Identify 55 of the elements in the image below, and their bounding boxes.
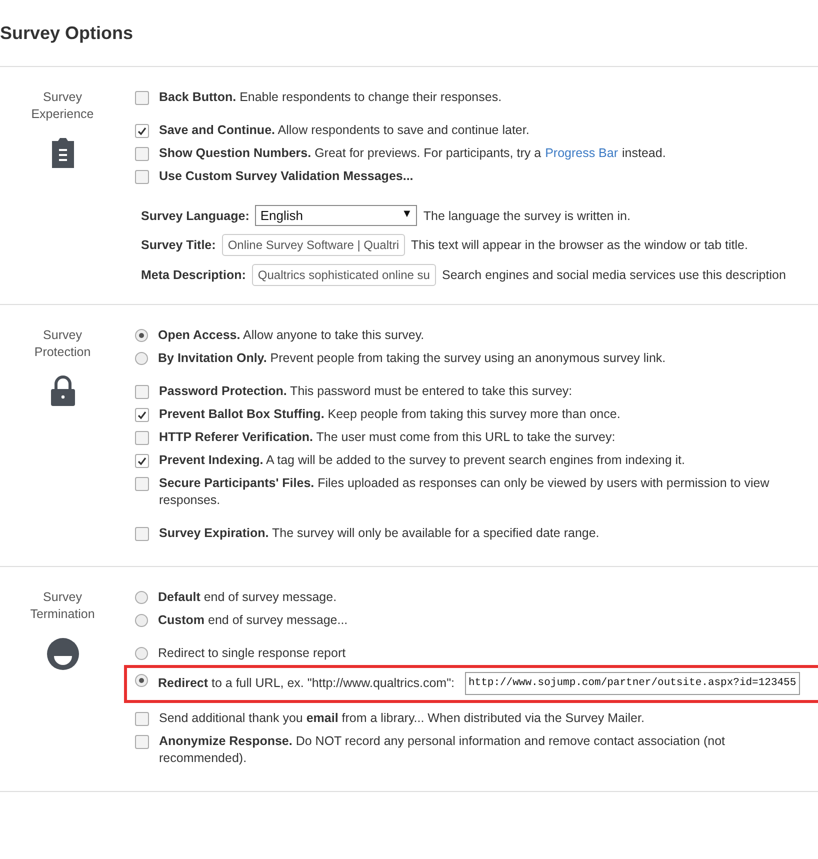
option-label: Redirect to a full URL, ex. "http://www.qualtrics.com": [158,675,454,692]
radio-button[interactable] [135,591,148,604]
field-label: Survey Title: [141,238,216,252]
lock-icon [50,375,76,407]
checkbox[interactable] [135,527,149,541]
option-label: Default end of survey message. [158,589,337,606]
option-label: Show Question Numbers. Great for previews. For participants, try a [159,145,542,162]
url-field[interactable]: http://www.sojump.com/partner/outsite.aspx?id=123455 [464,672,800,695]
clipboard-icon [50,137,76,169]
checkbox[interactable] [135,454,149,468]
radio-button[interactable] [135,352,148,365]
field-hint: Search engines and social media services use this description [442,268,786,282]
option-label: instead. [622,145,666,162]
checkbox[interactable] [135,170,149,184]
language-dropdown[interactable]: English ▼ [255,205,418,226]
checkbox[interactable] [135,91,149,105]
input-field[interactable]: Qualtrics sophisticated online su [252,264,436,286]
option-label: Use Custom Survey Validation Messages... [159,168,414,185]
checkbox[interactable] [135,735,149,749]
option-label: Send additional thank you email from a library... When distributed via the Survey Mailer. [159,710,644,727]
radio-button[interactable] [135,674,148,687]
option-label: Prevent Ballot Box Stuffing. Keep people from taking this survey more than once. [159,406,620,423]
field-hint: The language the survey is written in. [423,208,630,222]
page-title: Survey Options [0,0,818,67]
option-label: Open Access. Allow anyone to take this survey. [158,327,424,344]
option-label: Anonymize Response. Do NOT record any personal information and remove contact association (not recommended). [159,733,726,767]
option-label: HTTP Referer Verification. The user must come from this URL to take the survey: [159,429,616,446]
input-field[interactable]: Online Survey Software | Qualtri [222,234,405,256]
option-label: Password Protection. This password must be entered to take this survey: [159,383,572,400]
checkbox[interactable] [135,477,149,491]
checkbox[interactable] [135,431,149,445]
checkbox[interactable] [135,147,149,161]
option-label: Secure Participants' Files. Files uploaded as responses can only be viewed by users with permission to view responses. [159,475,770,509]
progress-bar-link[interactable]: Progress Bar [545,145,618,162]
option-label: Redirect to single response report [158,645,346,662]
option-label: Back Button. Enable respondents to change their responses. [159,89,502,106]
field-label: Meta Description: [141,268,246,282]
field-label: Survey Language: [141,208,250,222]
section-label: Survey Protection [33,327,92,361]
option-label: Survey Expiration. The survey will only be available for a specified date range. [159,525,600,542]
option-label: By Invitation Only. Prevent people from taking the survey using an anonymous survey link. [158,350,666,367]
radio-button[interactable] [135,329,148,342]
option-label: Save and Continue. Allow respondents to save and continue later. [159,122,530,139]
checkbox[interactable] [135,124,149,138]
option-label: Prevent Indexing. A tag will be added to the survey to prevent search engines from indexing it. [159,452,685,469]
section-label: Survey Termination [29,589,96,623]
field-hint: This text will appear in the browser as the window or tab title. [411,238,748,252]
checkbox[interactable] [135,408,149,422]
section-label: Survey Experience [30,89,95,123]
option-label: Custom end of survey message... [158,612,348,629]
radio-button[interactable] [135,647,148,660]
checkbox[interactable] [135,385,149,399]
checkbox[interactable] [135,712,149,726]
radio-button[interactable] [135,614,148,627]
circle-icon [46,637,80,671]
